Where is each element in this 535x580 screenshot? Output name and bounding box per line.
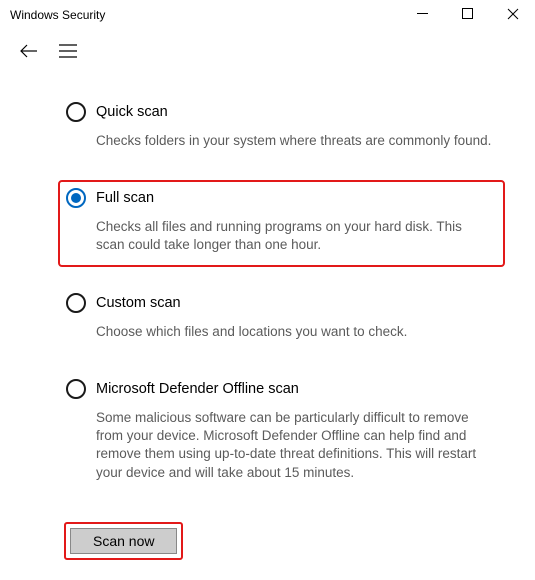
content-area: Quick scan Checks folders in your system… [0, 66, 535, 580]
option-label: Full scan [96, 190, 154, 206]
radio-offline-scan[interactable] [66, 379, 86, 399]
minimize-icon [417, 8, 428, 19]
window-title: Windows Security [10, 8, 105, 22]
scan-now-highlight: Scan now [64, 522, 183, 560]
scan-option-custom[interactable]: Custom scan Choose which files and locat… [58, 285, 505, 353]
radio-full-scan[interactable] [66, 188, 86, 208]
scan-option-defender-offline[interactable]: Microsoft Defender Offline scan Some mal… [58, 371, 505, 494]
scan-option-quick[interactable]: Quick scan Checks folders in your system… [58, 94, 505, 162]
back-arrow-icon [18, 40, 40, 62]
option-description: Checks folders in your system where thre… [96, 132, 493, 150]
back-button[interactable] [18, 40, 40, 62]
option-label: Custom scan [96, 295, 181, 311]
titlebar: Windows Security [0, 0, 535, 30]
option-description: Some malicious software can be particula… [96, 409, 493, 482]
option-description: Checks all files and running programs on… [96, 218, 493, 254]
hamburger-icon [58, 43, 78, 59]
option-label: Quick scan [96, 104, 168, 120]
navbar [0, 30, 535, 66]
maximize-icon [462, 8, 473, 19]
scan-option-full[interactable]: Full scan Checks all files and running p… [58, 180, 505, 266]
option-label: Microsoft Defender Offline scan [96, 381, 299, 397]
radio-custom-scan[interactable] [66, 293, 86, 313]
close-icon [507, 8, 519, 20]
scan-now-button[interactable]: Scan now [70, 528, 177, 554]
close-button[interactable] [490, 0, 535, 20]
radio-quick-scan[interactable] [66, 102, 86, 122]
option-description: Choose which files and locations you wan… [96, 323, 493, 341]
window-controls [400, 0, 535, 30]
menu-button[interactable] [58, 43, 78, 59]
maximize-button[interactable] [445, 0, 490, 19]
minimize-button[interactable] [400, 0, 445, 19]
